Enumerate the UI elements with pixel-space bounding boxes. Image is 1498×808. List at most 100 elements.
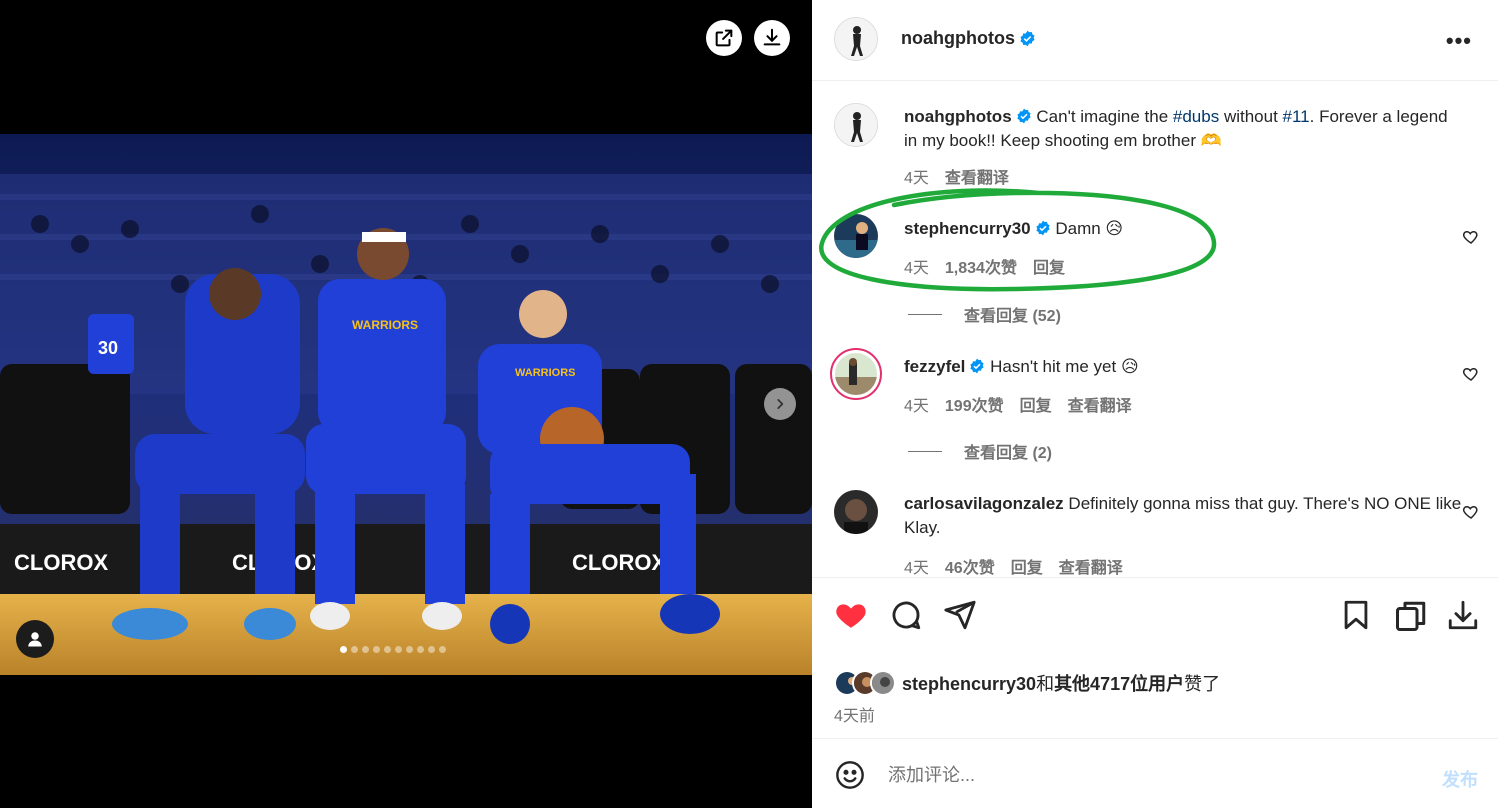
hashtag-link[interactable]: #dubs xyxy=(1173,107,1219,126)
media-top-actions xyxy=(706,20,790,56)
comment-likes[interactable]: 1,834次赞 xyxy=(945,254,1017,278)
carousel-dot xyxy=(406,646,413,653)
post-header: noahgphotos ••• xyxy=(812,0,1498,81)
carousel-dot xyxy=(373,646,380,653)
likes-and: 和 xyxy=(1036,674,1055,694)
jersey-text: WARRIORS xyxy=(515,367,576,379)
comment-input[interactable] xyxy=(888,761,1388,789)
caption-text: Can't imagine the xyxy=(1036,107,1173,126)
caption-author-avatar[interactable] xyxy=(834,103,878,147)
download-media-button[interactable] xyxy=(754,20,790,56)
tagged-users-button[interactable] xyxy=(16,620,54,658)
comment-text: Damn 😥 xyxy=(1055,219,1124,238)
liker-avatars[interactable] xyxy=(834,670,896,696)
commenter-avatar[interactable] xyxy=(834,490,878,534)
carousel-dot xyxy=(351,646,358,653)
jersey-number: 30 xyxy=(98,338,118,358)
commenter-avatar[interactable] xyxy=(830,348,882,400)
user-tag-icon xyxy=(28,632,42,647)
divider-line xyxy=(908,450,942,452)
liker-username[interactable]: stephencurry30 xyxy=(902,674,1036,694)
download-icon xyxy=(763,28,781,46)
comment-time: 4天 xyxy=(904,398,929,415)
comment-meta: 4天 46次赞 回复 查看翻译 xyxy=(904,554,1123,578)
verified-badge-icon xyxy=(1017,108,1031,124)
view-replies-button[interactable]: 查看回复 (52) xyxy=(908,302,1061,326)
author-avatar[interactable] xyxy=(834,17,878,61)
sponsor-text: CLOROX xyxy=(14,550,108,575)
comment-likes[interactable]: 46次赞 xyxy=(945,554,995,578)
next-media-button[interactable] xyxy=(764,388,796,420)
caption-time: 4天 xyxy=(904,170,929,187)
see-translation-button[interactable]: 查看翻译 xyxy=(945,164,1009,188)
carousel-dot xyxy=(340,646,347,653)
commenter-avatar[interactable] xyxy=(834,214,878,258)
comment-meta: 4天 199次赞 回复 查看翻译 xyxy=(904,392,1132,416)
heart-outline-icon[interactable] xyxy=(1462,228,1480,246)
carousel-dot xyxy=(362,646,369,653)
more-options-icon: ••• xyxy=(1445,28,1472,53)
emoji-icon[interactable] xyxy=(834,759,866,791)
reply-button[interactable]: 回复 xyxy=(1033,254,1065,278)
comment-time: 4天 xyxy=(904,560,929,577)
post-actions: stephencurry30和其他4717位用户赞了 4天前 xyxy=(812,577,1498,737)
carousel-dot xyxy=(428,646,435,653)
verified-badge-icon xyxy=(1020,30,1035,47)
likes-others-link[interactable]: 其他4717位用户 xyxy=(1054,674,1184,694)
divider-line xyxy=(908,313,942,315)
share-icon[interactable] xyxy=(943,598,977,632)
carousel-dot xyxy=(384,646,391,653)
view-replies-button[interactable]: 查看回复 (2) xyxy=(908,439,1052,463)
comment-1: stephencurry30 Damn 😥 xyxy=(904,217,1464,241)
see-translation-button[interactable]: 查看翻译 xyxy=(1068,392,1132,416)
comment-meta: 4天 1,834次赞 回复 xyxy=(904,254,1065,278)
comment-username[interactable]: carlosavilagonzalez xyxy=(904,494,1064,513)
post-info-panel: noahgphotos ••• noahgphotos Can't imagin… xyxy=(812,0,1498,808)
bookmark-icon[interactable] xyxy=(1339,598,1373,632)
download-icon[interactable] xyxy=(1446,598,1480,632)
view-replies-label: 查看回复 (2) xyxy=(964,445,1053,462)
post-timestamp: 4天前 xyxy=(834,708,875,725)
carousel-dot xyxy=(395,646,402,653)
comment-3: carlosavilagonzalez Definitely gonna mis… xyxy=(904,492,1464,540)
sponsor-text: CLOROX xyxy=(572,550,666,575)
likes-suffix: 赞了 xyxy=(1184,674,1221,694)
author-username[interactable]: noahgphotos xyxy=(901,28,1015,49)
post-comment-button[interactable]: 发布 xyxy=(1442,766,1478,792)
comment-text: Hasn't hit me yet 😥 xyxy=(990,357,1139,376)
verified-badge-icon xyxy=(970,358,985,374)
add-comment-bar: 发布 xyxy=(812,738,1498,808)
liker-avatar xyxy=(870,670,896,696)
caption-username[interactable]: noahgphotos xyxy=(904,107,1012,126)
media-viewer: CLOROX CLOROX CLOROX WARRIORS xyxy=(0,0,812,808)
comment-time: 4天 xyxy=(904,260,929,277)
heart-outline-icon[interactable] xyxy=(1462,503,1480,521)
chevron-right-icon xyxy=(777,399,784,409)
mention-link[interactable]: #11 xyxy=(1283,107,1310,126)
comment-username[interactable]: stephencurry30 xyxy=(904,219,1031,238)
view-replies-label: 查看回复 (52) xyxy=(964,308,1061,325)
heart-outline-icon[interactable] xyxy=(1462,365,1480,383)
caption-meta: 4天 查看翻译 xyxy=(904,164,1009,188)
post-photo: CLOROX CLOROX CLOROX WARRIORS xyxy=(0,134,812,675)
heart-filled-icon[interactable] xyxy=(834,598,868,632)
more-options-button[interactable]: ••• xyxy=(1446,28,1472,54)
see-translation-button[interactable]: 查看翻译 xyxy=(1059,554,1123,578)
carousel-indicator xyxy=(340,646,446,653)
carousel-dot xyxy=(439,646,446,653)
comment-icon[interactable] xyxy=(889,598,923,632)
verified-badge-icon xyxy=(1036,220,1050,236)
reply-button[interactable]: 回复 xyxy=(1011,554,1043,578)
likes-summary: stephencurry30和其他4717位用户赞了 xyxy=(834,670,1220,696)
likes-text: stephencurry30和其他4717位用户赞了 xyxy=(902,670,1220,696)
share-external-icon xyxy=(715,29,733,47)
comment-2: fezzyfel Hasn't hit me yet 😥 xyxy=(904,355,1464,379)
copy-icon[interactable] xyxy=(1393,598,1429,634)
post-caption: noahgphotos Can't imagine the #dubs with… xyxy=(904,105,1464,153)
carousel-dot xyxy=(417,646,424,653)
caption-text: without xyxy=(1219,107,1283,126)
reply-button[interactable]: 回复 xyxy=(1020,392,1052,416)
comment-likes[interactable]: 199次赞 xyxy=(945,392,1004,416)
open-external-button[interactable] xyxy=(706,20,742,56)
comment-username[interactable]: fezzyfel xyxy=(904,357,965,376)
